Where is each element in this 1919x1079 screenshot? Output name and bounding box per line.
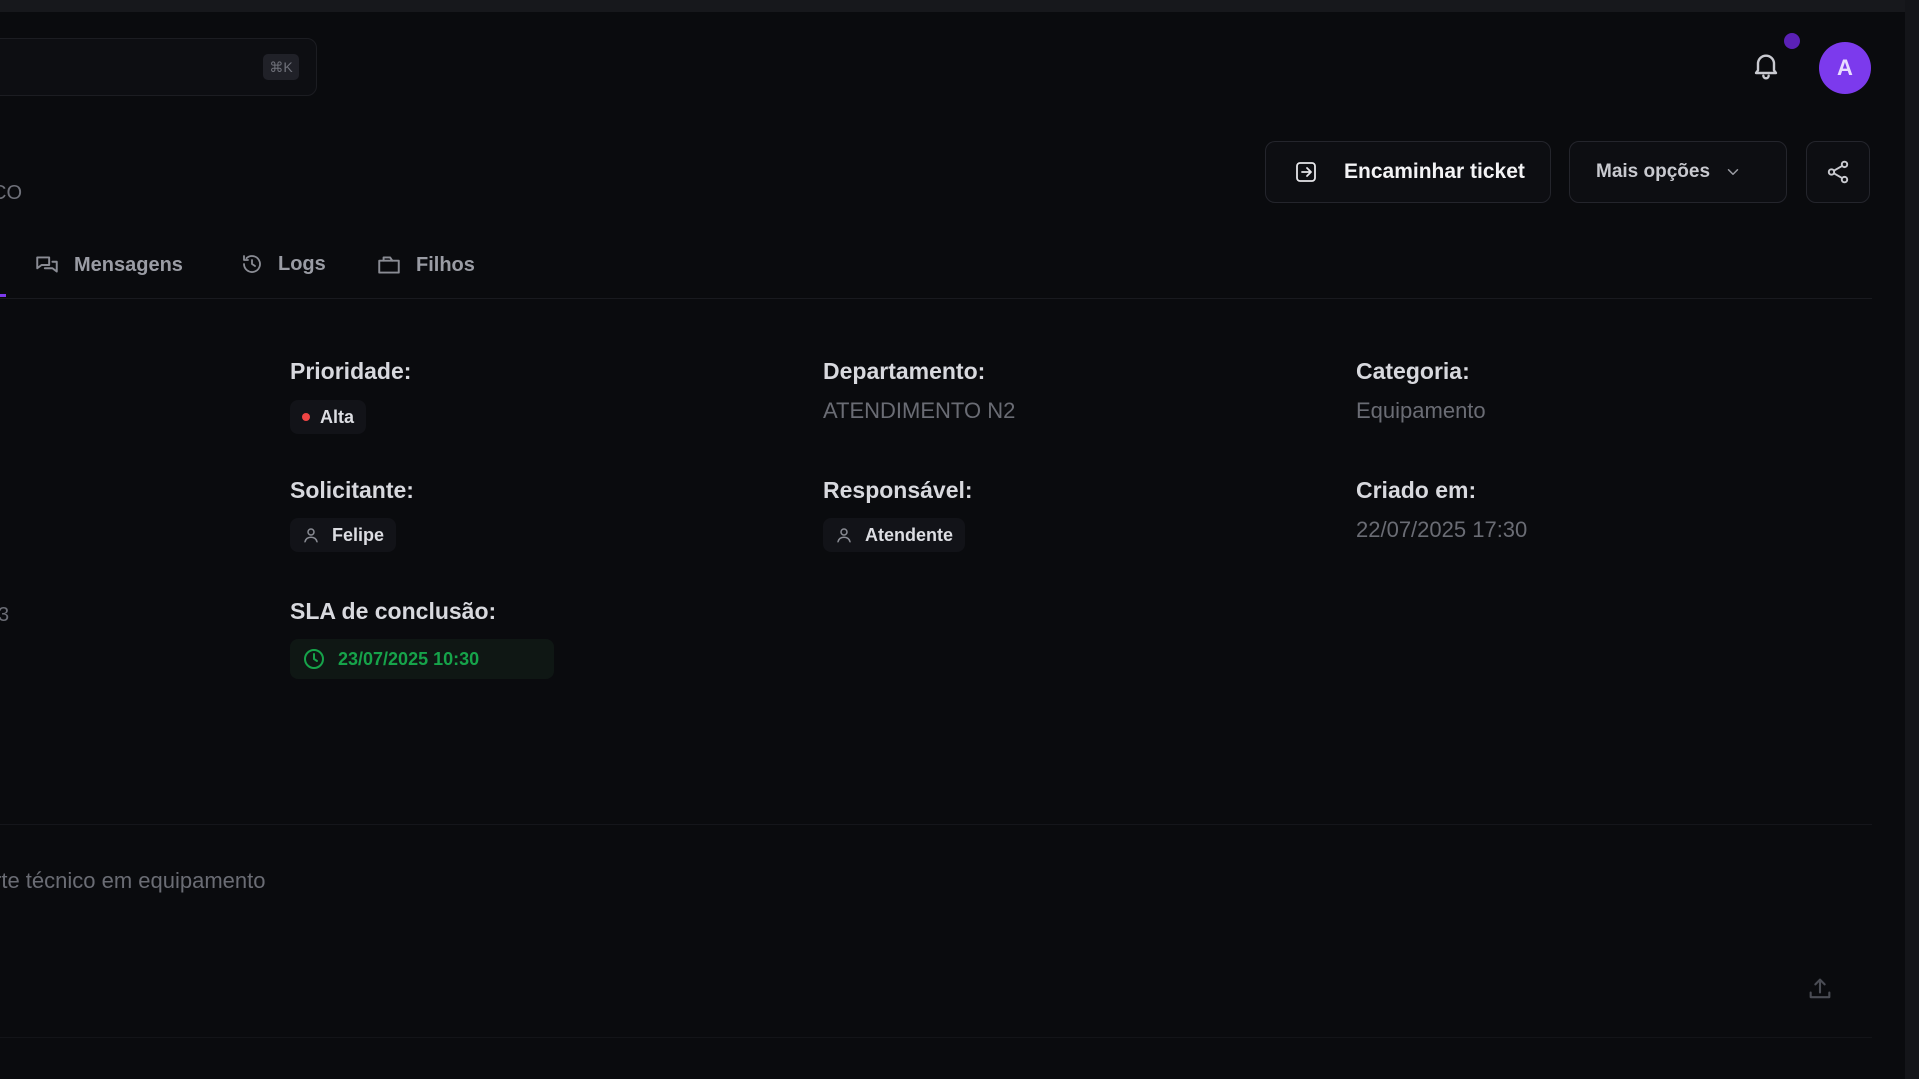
description-text: rte técnico em equipamento — [0, 868, 266, 893]
user-icon — [837, 528, 851, 543]
notification-badge — [1784, 33, 1800, 49]
tab-logs[interactable]: Logs — [240, 252, 326, 276]
requester-badge: Felipe — [290, 518, 397, 552]
assignee-badge: Atendente — [823, 518, 966, 552]
active-tab-indicator — [0, 294, 6, 297]
more-options-button[interactable]: Mais opções — [1569, 141, 1787, 203]
requester-label: Solicitante: — [290, 477, 414, 503]
created-value: 22/07/2025 17:30 — [1356, 517, 1528, 542]
sla-label: SLA de conclusão: — [290, 598, 497, 624]
share-button[interactable] — [1806, 141, 1870, 203]
search-shortcut-badge: ⌘K — [263, 54, 299, 80]
more-options-label: Mais opções — [1596, 161, 1711, 182]
left-panel-stub: 3 — [0, 604, 10, 626]
tab-label: Filhos — [416, 253, 475, 276]
department-label: Departamento: — [823, 358, 986, 384]
forward-ticket-label: Encaminhar ticket — [1344, 160, 1525, 183]
share-icon — [1827, 160, 1849, 184]
section-divider — [0, 824, 1872, 825]
tab-label: Mensagens — [74, 253, 183, 276]
tabs-divider — [0, 298, 1872, 299]
footer-divider — [0, 1037, 1872, 1038]
clock-icon — [304, 649, 324, 669]
requester-value: Felipe — [332, 524, 385, 545]
priority-value: Alta — [320, 406, 355, 427]
created-label: Criado em: — [1356, 477, 1477, 503]
priority-label: Prioridade: — [290, 358, 412, 384]
assignee-value: Atendente — [865, 524, 954, 545]
priority-badge: Alta — [290, 400, 367, 434]
bell-icon[interactable] — [1750, 48, 1782, 82]
chevron-down-icon — [1727, 169, 1739, 175]
ticket-subtitle: CO — [0, 182, 22, 204]
category-label: Categoria: — [1356, 358, 1470, 384]
window-top-bar — [0, 0, 1919, 12]
history-icon — [243, 255, 261, 273]
priority-dot — [302, 413, 310, 421]
messages-icon — [36, 256, 58, 273]
sla-badge: 23/07/2025 10:30 — [290, 639, 554, 679]
tab-mensagens[interactable]: Mensagens — [34, 252, 183, 278]
window-right-edge — [1905, 0, 1919, 1079]
avatar[interactable]: A — [1819, 42, 1871, 94]
assignee-label: Responsável: — [823, 477, 973, 503]
upload-icon[interactable] — [1806, 974, 1834, 1004]
department-value: ATENDIMENTO N2 — [823, 398, 1016, 423]
tab-label: Logs — [278, 252, 326, 275]
folder-icon — [378, 256, 400, 274]
tab-filhos[interactable]: Filhos — [376, 252, 475, 278]
category-value: Equipamento — [1356, 398, 1486, 423]
forward-ticket-button[interactable]: Encaminhar ticket — [1265, 141, 1551, 203]
sla-value: 23/07/2025 10:30 — [338, 648, 480, 669]
user-icon — [304, 528, 318, 543]
forward-icon — [1296, 162, 1316, 182]
